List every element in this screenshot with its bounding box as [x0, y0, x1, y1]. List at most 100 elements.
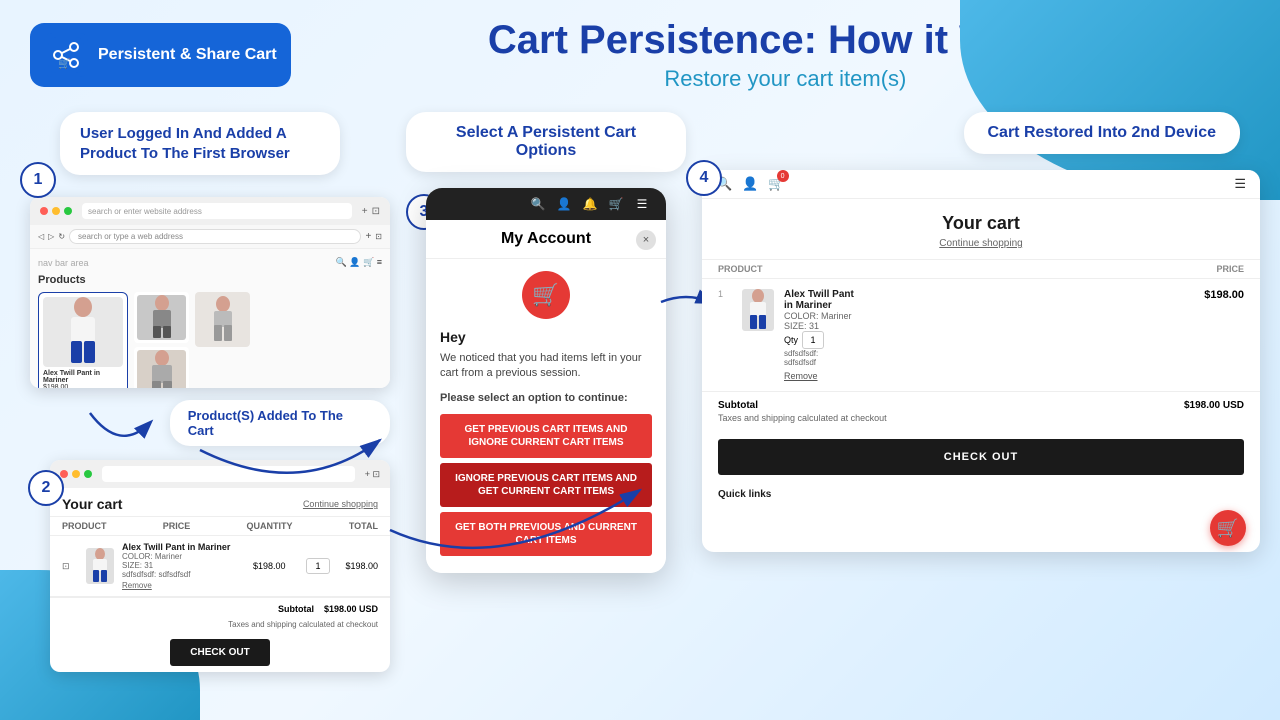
browser-icons-1: +⊡: [362, 206, 380, 217]
cart-continue: Continue shopping: [303, 499, 378, 509]
cart-item-code: sdfsdfsdf: sdfsdfsdf: [122, 570, 245, 579]
subtotal-value: $198.00 USD: [324, 604, 378, 614]
d2-hamburger-icon: ☰: [1234, 176, 1246, 192]
get-both-btn[interactable]: GET BOTH PREVIOUS AND CURRENT CART ITEMS: [440, 512, 652, 556]
logo-icon: 🛒: [44, 33, 88, 77]
step2-cart-browser: + ⊡ Your cart Continue shopping PRODUCT …: [50, 460, 390, 672]
col-product: PRODUCT: [62, 521, 107, 531]
d2-quick-links: Quick links: [702, 483, 1260, 510]
cart-item-price: $198.00: [253, 561, 298, 571]
cart-item-color: COLOR: Mariner: [122, 552, 245, 561]
cart-tax-note: Taxes and shipping calculated at checkou…: [50, 620, 390, 633]
dot-green-1: [64, 207, 72, 215]
nav-refresh: ↻: [58, 232, 65, 241]
step1-number: 1: [20, 162, 56, 198]
ignore-previous-btn[interactable]: IGNORE PREVIOUS CART ITEMS AND GET CURRE…: [440, 463, 652, 507]
browser-url-2: [102, 466, 355, 482]
browser-bar-1: search or enter website address +⊡: [30, 197, 390, 225]
col-price: PRICE: [163, 521, 191, 531]
phone-modal-title: My Account: [426, 220, 666, 259]
cart-item-qty: 1: [306, 558, 330, 574]
mini-product-2: [134, 347, 189, 388]
d2-qty-label: Qty: [784, 335, 798, 345]
d2-continue-shopping[interactable]: Continue shopping: [702, 238, 1260, 249]
get-previous-btn[interactable]: GET PREVIOUS CART ITEMS AND IGNORE CURRE…: [440, 414, 652, 458]
phone-cart-icon: 🛒: [522, 271, 570, 319]
select-persistent-label: Select A Persistent Cart Options: [406, 112, 686, 172]
d2-remove-link[interactable]: Remove: [784, 371, 1179, 381]
step2-arrow-label: Product(S) Added To The Cart: [80, 400, 390, 446]
step1-browser: search or enter website address +⊡ ◁ ▷ ↻…: [30, 197, 390, 388]
d2-item-name: Alex Twill Pantin Mariner: [784, 289, 1179, 311]
nav-url-bar: search or type a web address: [69, 229, 361, 244]
phone-user-icon: 👤: [556, 196, 572, 212]
d2-subtotal-label: Subtotal: [718, 400, 758, 411]
cart-remove-link[interactable]: Remove: [122, 581, 245, 590]
d2-top-bar: 🔍 👤 🛒 0 ☰: [702, 170, 1260, 199]
logo: 🛒 Persistent & Share Cart: [30, 23, 291, 87]
product-name-main: Alex Twill Pant in Mariner: [43, 370, 123, 384]
col-total: TOTAL: [349, 521, 378, 531]
mini-product-1: [134, 292, 189, 343]
product-price-main: $198.00: [43, 384, 123, 388]
content-area: 1 User Logged In And Added A Product To …: [0, 102, 1280, 672]
cart-restored-label: Cart Restored Into 2nd Device: [964, 112, 1241, 154]
d2-col-price: PRICE: [1216, 264, 1244, 274]
cart-item-size: SIZE: 31: [122, 561, 245, 570]
d2-item-price: $198.00: [1189, 289, 1244, 301]
d2-item-code: sdfsdfsdf:: [784, 349, 1179, 358]
d2-fab-cart[interactable]: 🛒: [1210, 510, 1246, 546]
nav-forward: ▷: [48, 232, 54, 241]
phone-cart-top-icon: 🛒: [608, 196, 624, 212]
dot-y2: [72, 470, 80, 478]
products-heading: Products: [38, 274, 382, 286]
right-section: Cart Restored Into 2nd Device 4 🔍 👤 🛒 0: [702, 102, 1260, 672]
browser-nav-1: ◁ ▷ ↻ search or type a web address + ⊡: [30, 225, 390, 249]
step4-header: Cart Restored Into 2nd Device: [702, 102, 1260, 154]
d2-cart-title: Your cart: [702, 199, 1260, 238]
nav-square: ⊡: [375, 232, 382, 241]
mini-product-3: [195, 292, 250, 347]
logo-text: Persistent & Share Cart: [98, 45, 277, 64]
d2-col-product: PRODUCT: [718, 264, 763, 274]
step2-number: 2: [28, 470, 64, 506]
cart-header: Your cart Continue shopping: [50, 488, 390, 517]
cart-item-row: ⊡ Alex Twill Pant in Mariner COLOR:: [50, 536, 390, 597]
browser-bar-2: + ⊡: [50, 460, 390, 488]
d2-checkout-button[interactable]: CHECK OUT: [718, 439, 1244, 475]
checkout-button-step2[interactable]: CHECK OUT: [170, 639, 269, 666]
d2-tax-note: Taxes and shipping calculated at checkou…: [702, 413, 1260, 431]
dot-r2: [60, 470, 68, 478]
product-img-main: [43, 297, 123, 367]
mini-img-2: [137, 350, 186, 388]
d2-item-info: Alex Twill Pantin Mariner COLOR: Mariner…: [784, 289, 1179, 381]
product-grid: Alex Twill Pant in Mariner $198.00: [38, 292, 382, 388]
nav-plus: +: [365, 231, 371, 242]
cart-item-total: $198.00: [338, 561, 378, 571]
step2-area: 2 + ⊡ Your cart Continue shopping PR: [50, 460, 390, 672]
d2-subtotal-row: Subtotal $198.00 USD: [702, 392, 1260, 413]
featured-product: Alex Twill Pant in Mariner $198.00: [38, 292, 128, 388]
col-quantity: QUANTITY: [247, 521, 293, 531]
phone-menu-icon: ☰: [634, 196, 650, 212]
d2-cart-icon: 🛒 0: [768, 176, 784, 192]
d2-subtotal-value: $198.00 USD: [1184, 400, 1244, 411]
d2-top-icons: 🔍 👤 🛒 0: [716, 176, 785, 192]
dot-red-1: [40, 207, 48, 215]
cart-item-name: Alex Twill Pant in Mariner: [122, 542, 245, 552]
d2-item-img: [742, 289, 774, 331]
step4-container: 4 🔍 👤 🛒 0 ☰ You: [702, 154, 1260, 552]
step3-container: 3 🔍 👤 🔔 🛒 ☰ My Account × 🛒: [426, 188, 666, 573]
dot-yellow-1: [52, 207, 60, 215]
d2-fab-area: 🛒: [702, 510, 1260, 552]
svg-text:🛒: 🛒: [58, 57, 70, 70]
phone-select-msg: Please select an option to continue:: [440, 392, 652, 404]
d2-qty-row: Qty 1: [784, 331, 1179, 349]
d2-item-size: SIZE: 31: [784, 321, 1179, 331]
cart-columns: PRODUCT PRICE QUANTITY TOTAL: [50, 517, 390, 536]
browser-content-1: nav bar area 🔍 👤 🛒 ≡ Products: [30, 249, 390, 388]
phone-close-button[interactable]: ×: [636, 230, 656, 250]
product-added-label: Product(S) Added To The Cart: [170, 400, 390, 446]
step4-browser: 🔍 👤 🛒 0 ☰ Your cart Continue shopping PR: [702, 170, 1260, 552]
phone-search-icon: 🔍: [530, 196, 546, 212]
